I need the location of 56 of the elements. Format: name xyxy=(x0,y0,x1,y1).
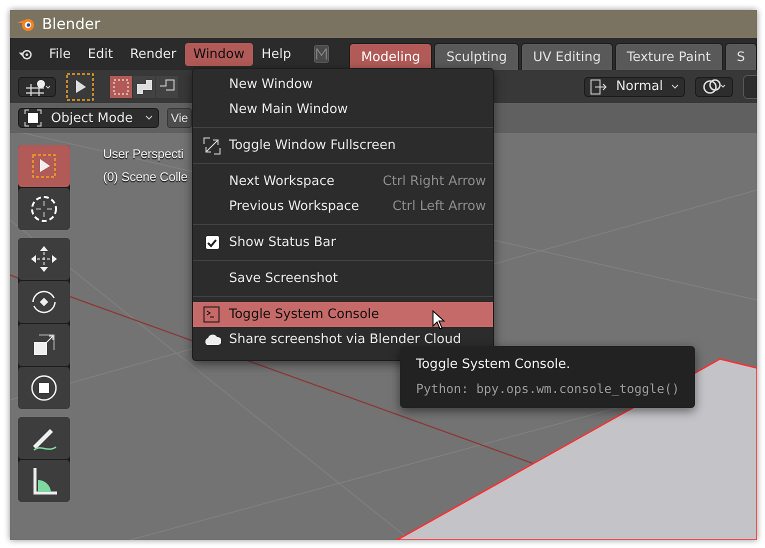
chevron-down-icon xyxy=(144,115,153,121)
chevron-down-icon xyxy=(671,84,679,90)
menu-item[interactable]: Help xyxy=(254,42,300,66)
axis-sphere-icon xyxy=(24,78,50,96)
export-arrow-icon xyxy=(590,78,608,94)
shading-dropdown[interactable]: Normal xyxy=(584,76,685,96)
menu-item[interactable]: New Window xyxy=(193,72,493,97)
tool-button[interactable] xyxy=(18,460,70,502)
menu-item[interactable]: Share screenshot via Blender Cloud xyxy=(193,327,493,352)
checkbox[interactable] xyxy=(206,236,218,249)
menu-item[interactable]: Previous Workspace Ctrl Left Arrow xyxy=(193,194,493,219)
terminal-icon xyxy=(203,306,221,324)
blender-logo-icon xyxy=(16,16,36,32)
mouse-pointer-icon xyxy=(432,310,446,330)
select-mode-icon[interactable] xyxy=(133,76,155,98)
viewport-info-text: (0) Scene Colle xyxy=(103,170,188,184)
workspace-tab[interactable]: Sculpting xyxy=(434,43,520,70)
menu-item[interactable]: Edit xyxy=(80,42,121,66)
tooltip-python-path: Python: bpy.ops.wm.console_toggle() xyxy=(416,381,680,396)
menu-item[interactable]: New Main Window xyxy=(193,97,493,122)
mode-dropdown[interactable]: Object Mode xyxy=(18,108,159,128)
link-rings-icon xyxy=(701,78,727,96)
menu-item[interactable]: Save Screenshot xyxy=(193,266,493,291)
tool-button[interactable] xyxy=(18,281,70,323)
tool-button[interactable] xyxy=(18,238,70,280)
object-mode-icon xyxy=(24,109,42,127)
view-menu-button[interactable]: Vie xyxy=(166,108,192,128)
dropdown-value: Object Mode xyxy=(51,110,133,126)
select-mode-icon[interactable] xyxy=(156,76,178,98)
tool-button[interactable] xyxy=(18,324,70,366)
select-new-icon[interactable] xyxy=(110,76,132,98)
menu-item[interactable]: Toggle Window Fullscreen xyxy=(193,133,493,158)
select-box-icon[interactable] xyxy=(66,72,94,100)
viewport-info-text: User Perspecti xyxy=(103,147,185,161)
dropdown-value: Normal xyxy=(616,79,663,94)
menu-item[interactable]: Render xyxy=(122,42,184,66)
editor-type-dropdown[interactable] xyxy=(18,76,56,96)
checkmark-icon xyxy=(207,238,217,248)
tool-button[interactable] xyxy=(18,417,70,459)
tool-button[interactable] xyxy=(18,367,70,409)
workspace-tab[interactable]: Modeling xyxy=(349,43,432,70)
tool-button[interactable] xyxy=(18,188,70,230)
menu-item[interactable]: Window xyxy=(185,42,253,66)
shortcut-text: Ctrl Left Arrow xyxy=(392,199,486,214)
menu-item[interactable]: Next Workspace Ctrl Right Arrow xyxy=(193,169,493,194)
link-dropdown[interactable] xyxy=(695,76,733,96)
menu-item[interactable]: File xyxy=(41,42,79,66)
window-title: Blender xyxy=(42,15,100,33)
shortcut-text: Ctrl Right Arrow xyxy=(382,174,486,189)
tooltip-title: Toggle System Console. xyxy=(416,357,572,372)
expand-arrows-icon xyxy=(203,136,221,154)
menu-item[interactable]: Toggle System Console xyxy=(193,302,493,327)
workspace-tab[interactable]: S xyxy=(724,43,757,70)
workspace-tab[interactable]: UV Editing xyxy=(521,43,613,70)
menu-item[interactable]: Show Status Bar xyxy=(193,230,493,255)
workspace-tab[interactable]: Texture Paint xyxy=(614,43,723,70)
